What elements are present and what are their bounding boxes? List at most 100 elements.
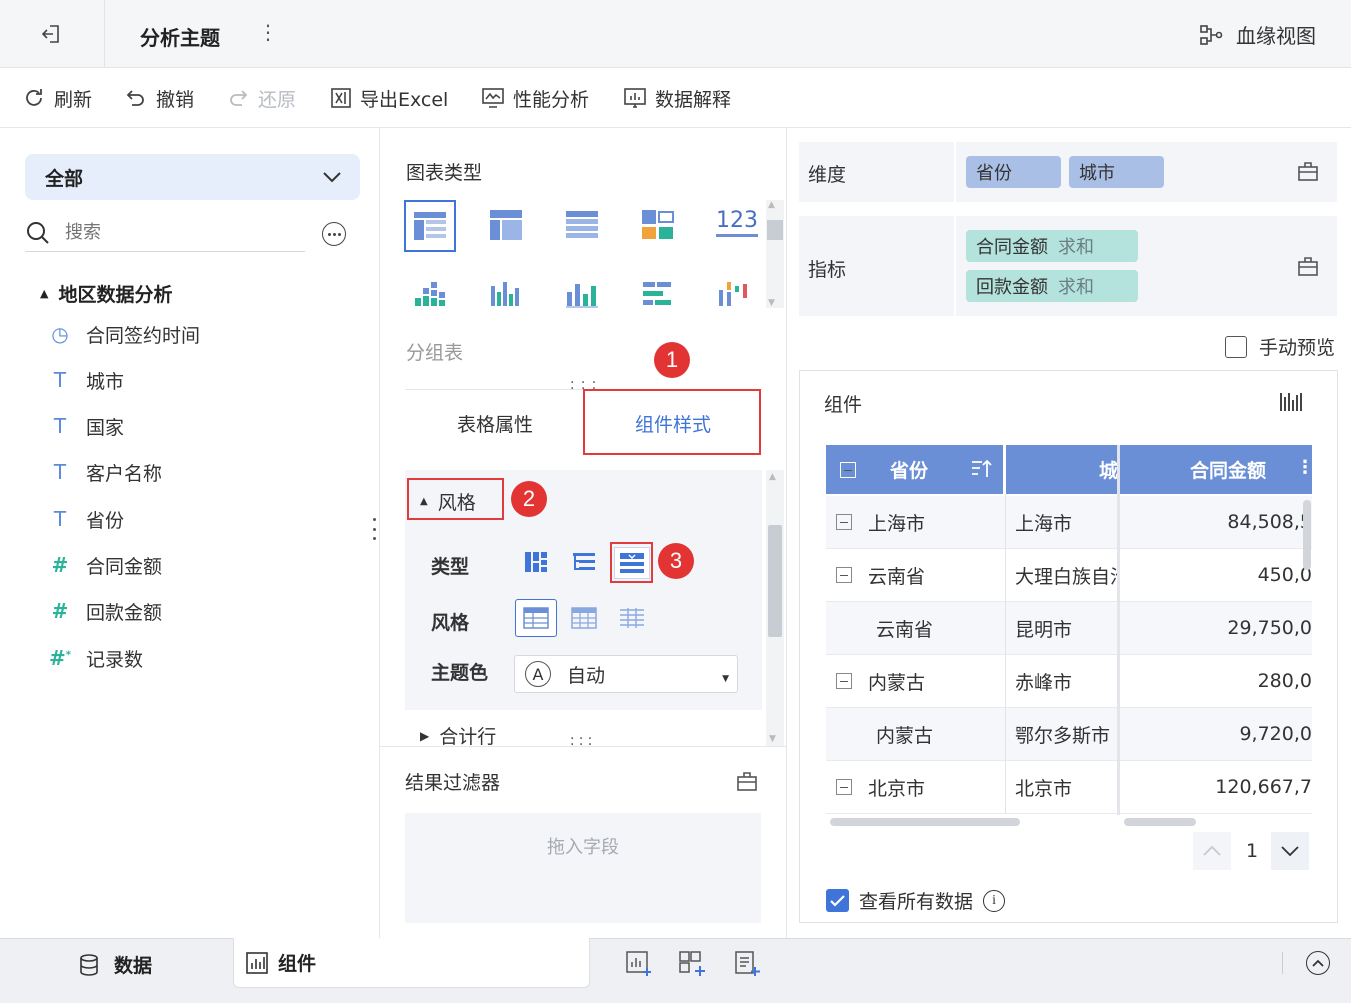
back-button[interactable] [0, 0, 105, 68]
more-menu-button[interactable]: ⋮ [258, 20, 278, 44]
annotation-box-component-style [583, 389, 761, 455]
dimension-pill[interactable]: 省份 [966, 156, 1061, 188]
chart-type-grouped-table[interactable] [404, 200, 456, 252]
page-down-button[interactable] [1271, 832, 1309, 870]
sort-icon[interactable] [971, 459, 993, 479]
field-item[interactable]: T 国家 [48, 411, 124, 441]
theme-color-select[interactable]: A 自动 ▼ [514, 655, 738, 693]
tab-table-properties[interactable]: 表格属性 [405, 395, 585, 451]
field-label: 省份 [86, 509, 125, 532]
vertical-scrollbar[interactable] [1303, 500, 1311, 570]
component-chart-settings-button[interactable] [1279, 391, 1303, 417]
redo-button[interactable]: 还原 [226, 84, 296, 112]
page-up-button[interactable] [1193, 832, 1231, 870]
collapse-panel-button[interactable] [1306, 951, 1330, 975]
field-item[interactable]: T 城市 [48, 365, 124, 395]
horizontal-scrollbar-right[interactable] [1124, 818, 1196, 826]
metric-pill[interactable]: 回款金额 求和 [966, 270, 1138, 302]
collapse-icon[interactable] [836, 673, 852, 689]
scope-select[interactable]: 全部 [25, 154, 360, 200]
dimension-settings-button[interactable] [1297, 160, 1319, 186]
dimension-label: 维度 [808, 164, 847, 186]
manual-preview-checkbox[interactable]: 手动预览 [1225, 333, 1335, 360]
text-icon: T [53, 414, 67, 438]
add-chart-icon [626, 951, 651, 976]
chart-type-cross-table[interactable] [489, 209, 523, 245]
table-header-province[interactable]: 省份 [826, 445, 1004, 494]
add-report-button[interactable] [733, 950, 761, 982]
total-row-section[interactable]: ▶ 合计行 [420, 722, 496, 749]
tab-data[interactable]: 数据 [78, 951, 152, 978]
table-row[interactable]: 云南省 大理白族自治 450,0 [826, 549, 1312, 602]
search-input[interactable] [65, 222, 285, 243]
grouped-bar-icon [491, 282, 519, 306]
chart-type-stacked-bar[interactable] [718, 280, 750, 312]
number-icon: # [51, 553, 69, 577]
chart-type-number[interactable]: 123 [716, 208, 758, 237]
metric-pill[interactable]: 合同金额 求和 [966, 230, 1138, 262]
field-item[interactable]: # 回款金额 [48, 596, 162, 626]
field-item[interactable]: #* 记录数 [48, 643, 143, 673]
column-menu-icon[interactable]: ⋮ [1296, 457, 1312, 478]
chart-type-grouped-bar[interactable] [490, 280, 522, 312]
clock-icon: ◷ [51, 322, 69, 346]
chart-type-dot-matrix[interactable] [414, 280, 446, 312]
cell-city: 鄂尔多斯市 [1015, 724, 1111, 747]
data-explain-button[interactable]: 数据解释 [623, 84, 731, 112]
table-row[interactable]: 北京市 北京市 120,667,7 [826, 761, 1312, 814]
refresh-button[interactable]: 刷新 [22, 84, 92, 112]
page-title: 分析主题 [140, 26, 220, 50]
search-field[interactable] [25, 214, 305, 252]
field-item[interactable]: # 合同金额 [48, 550, 162, 580]
more-options-button[interactable] [322, 222, 346, 246]
table-header-city[interactable]: 城 [1006, 445, 1118, 494]
dimension-pill[interactable]: 城市 [1069, 156, 1164, 188]
metric-agg: 求和 [1058, 277, 1094, 298]
component-chart-icon [246, 951, 268, 974]
metric-settings-button[interactable] [1297, 255, 1319, 281]
export-excel-button[interactable]: 导出Excel [330, 84, 448, 112]
tab-component[interactable]: 组件 [233, 938, 590, 988]
cell-province: 云南省 [868, 565, 926, 588]
collapse-icon[interactable] [836, 514, 852, 530]
lineage-view-button[interactable]: 血缘视图 [1198, 20, 1316, 49]
horizontal-bar-icon [643, 282, 671, 305]
info-icon[interactable]: i [983, 889, 1006, 912]
result-filter-settings-button[interactable] [736, 770, 758, 796]
cell-city: 赤峰市 [1015, 671, 1073, 694]
style-option-1[interactable] [515, 599, 557, 637]
performance-analysis-button[interactable]: 性能分析 [481, 84, 589, 112]
add-dashboard-button[interactable] [678, 950, 706, 982]
type-option-tree[interactable] [571, 550, 597, 578]
view-all-data-checkbox[interactable]: 查看所有数据 i [826, 887, 1006, 914]
table-row[interactable]: 云南省 昆明市 29,750,0 [826, 602, 1312, 655]
table-style-icon [571, 607, 597, 629]
style-option-2[interactable] [571, 607, 597, 633]
field-item[interactable]: T 客户名称 [48, 457, 162, 487]
table-row[interactable]: 内蒙古 鄂尔多斯市 9,720,0 [826, 708, 1312, 761]
splitter-handle[interactable]: · · · · · · [570, 732, 592, 752]
chart-type-horizontal-bar[interactable] [642, 280, 674, 312]
tab-table-properties-label: 表格属性 [456, 413, 533, 436]
style-scrollbar[interactable]: ▲ ▼ [766, 470, 784, 746]
horizontal-scrollbar-left[interactable] [830, 818, 1020, 826]
field-item[interactable]: ◷ 合同签约时间 [48, 319, 200, 349]
chart-type-kpi-card[interactable] [641, 209, 675, 245]
field-item[interactable]: T 省份 [48, 504, 124, 534]
add-component-button[interactable] [625, 950, 653, 982]
type-option-block[interactable] [523, 550, 549, 578]
table-row[interactable]: 内蒙古 赤峰市 280,0 [826, 655, 1312, 708]
chart-type-bar[interactable] [566, 280, 598, 312]
collapse-all-icon[interactable] [840, 461, 856, 478]
table-header-amount[interactable]: 合同金额 ⋮ [1118, 445, 1312, 494]
collapse-icon[interactable] [836, 779, 852, 795]
detail-table-icon [566, 211, 598, 238]
chart-type-detail-table[interactable] [565, 210, 599, 244]
style-option-3[interactable] [619, 607, 645, 633]
undo-button[interactable]: 撤销 [124, 84, 194, 112]
collapse-icon[interactable] [836, 567, 852, 583]
filter-drop-zone[interactable]: 拖入字段 [405, 813, 761, 923]
field-group-header[interactable]: ▲ 地区数据分析 [40, 280, 172, 307]
table-row[interactable]: 上海市 上海市 84,508,5 [826, 496, 1312, 549]
chart-type-scrollbar[interactable]: ▲ ▼ [766, 200, 784, 308]
